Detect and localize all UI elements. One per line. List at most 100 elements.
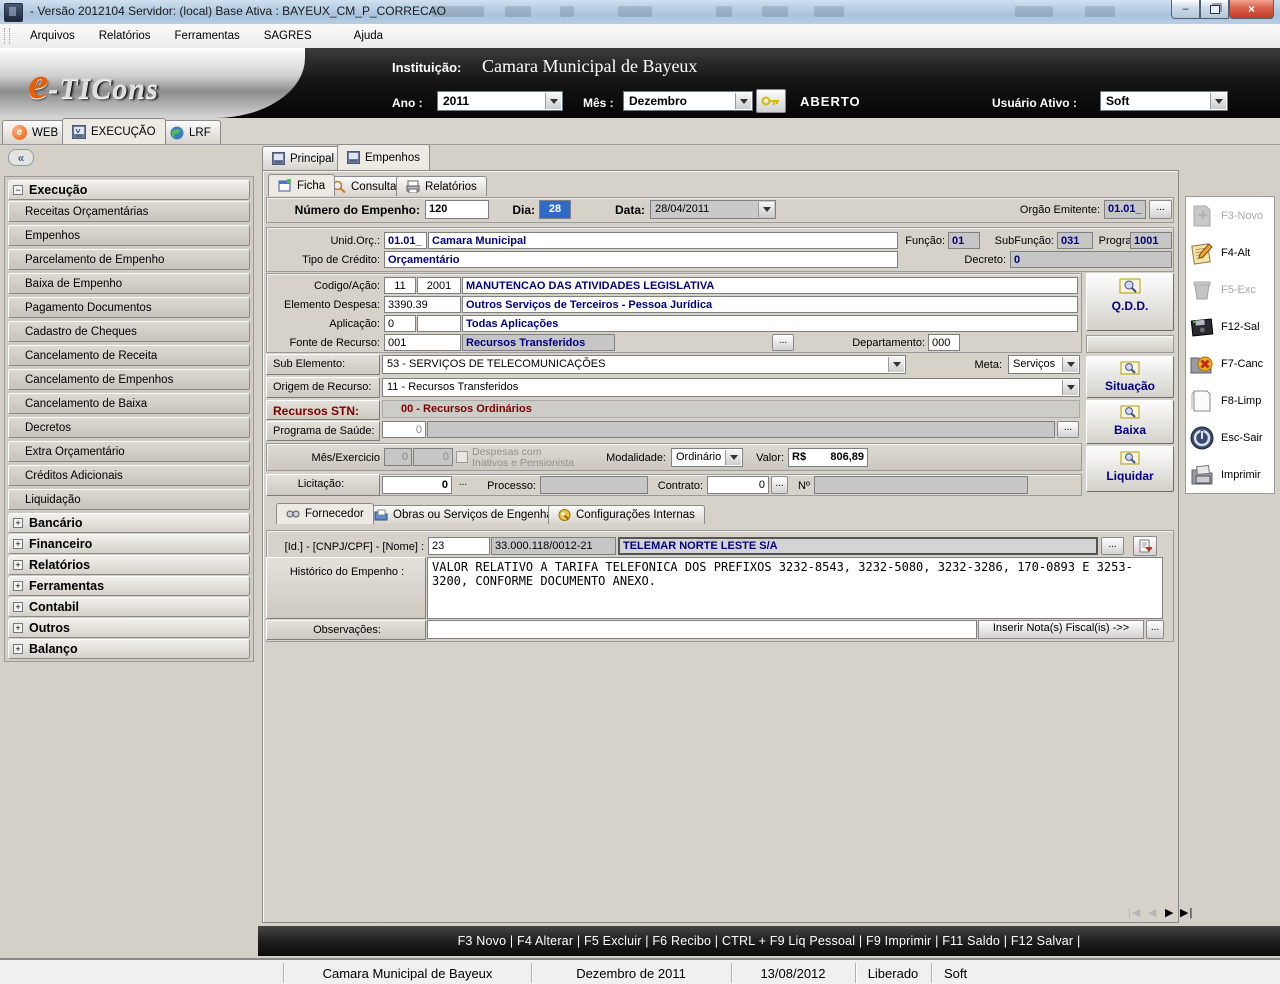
fonte-lookup-button[interactable]: ... bbox=[772, 334, 794, 351]
sidebar-item-creditos-adicionais[interactable]: Créditos Adicionais bbox=[8, 465, 250, 486]
qdd-button[interactable]: Q.D.D. bbox=[1086, 273, 1174, 331]
minimize-button[interactable]: – bbox=[1171, 0, 1200, 19]
observacoes-field[interactable] bbox=[427, 620, 977, 639]
meta-select[interactable]: Serviços bbox=[1008, 355, 1080, 374]
sidebar-item-pagamento-documentos[interactable]: Pagamento Documentos bbox=[8, 297, 250, 318]
modalidade-select[interactable]: Ordinário bbox=[671, 448, 743, 467]
sidebar-item-cancelamento-de-receita[interactable]: Cancelamento de Receita bbox=[8, 345, 250, 366]
sidebar-collapse-button[interactable]: « bbox=[8, 149, 34, 166]
tab-lrf[interactable]: LRF bbox=[160, 120, 221, 144]
tipo-credito-field[interactable]: Orçamentário bbox=[384, 251, 898, 268]
chevron-down-icon[interactable] bbox=[888, 357, 904, 372]
menu-ajuda[interactable]: Ajuda bbox=[342, 27, 395, 45]
orgao-lookup-button[interactable]: ... bbox=[1149, 200, 1172, 219]
tab-ficha[interactable]: Ficha bbox=[268, 174, 335, 196]
numero-empenho-field[interactable]: 120 bbox=[425, 200, 489, 219]
chevron-down-icon[interactable] bbox=[1062, 380, 1078, 395]
nav-last-button[interactable]: ▶| bbox=[1180, 906, 1193, 919]
chevron-down-icon[interactable] bbox=[1210, 93, 1226, 109]
chevron-down-icon[interactable] bbox=[1062, 357, 1078, 372]
menu-relatorios[interactable]: Relatórios bbox=[87, 27, 163, 45]
tab-fornecedor[interactable]: Fornecedor bbox=[276, 503, 374, 524]
programa-saude-field[interactable]: 0 bbox=[382, 421, 426, 438]
unid-orc-code-field[interactable]: 01.01_ bbox=[384, 232, 427, 249]
tab-execucao[interactable]: EXECUÇÃO bbox=[62, 118, 166, 144]
tab-empenhos[interactable]: Empenhos bbox=[337, 144, 430, 170]
unlock-month-button[interactable] bbox=[756, 89, 786, 113]
close-button[interactable]: × bbox=[1229, 0, 1274, 19]
fonte-field[interactable]: 001 bbox=[384, 334, 461, 351]
origem-recurso-select[interactable]: 11 - Recursos Transferidos bbox=[382, 378, 1080, 397]
dia-field[interactable]: 28 bbox=[539, 200, 571, 219]
nota-fiscal-lookup-button[interactable]: ... bbox=[1146, 620, 1164, 639]
sidebar-item-baixa-de-empenho[interactable]: Baixa de Empenho bbox=[8, 273, 250, 294]
despesas-inativos-checkbox[interactable] bbox=[456, 451, 468, 463]
tab-obras[interactable]: Obras ou Serviços de Engenharia bbox=[364, 505, 576, 524]
valor-field[interactable]: R$ 806,89 bbox=[788, 448, 868, 467]
sidebar-group-balanco[interactable]: +Balanço bbox=[8, 639, 250, 659]
unid-orc-nome-field[interactable]: Camara Municipal bbox=[428, 232, 898, 249]
f4-alt-button[interactable]: F4-Alt bbox=[1186, 234, 1274, 271]
mes-select[interactable]: Dezembro bbox=[623, 91, 753, 111]
nav-next-button[interactable]: ▶ bbox=[1165, 906, 1174, 919]
menu-arquivos[interactable]: Arquivos bbox=[18, 27, 87, 45]
nav-first-button[interactable]: |◀ bbox=[1128, 906, 1141, 919]
aplicacao-aux-field[interactable] bbox=[417, 315, 461, 332]
sidebar-group-financeiro[interactable]: +Financeiro bbox=[8, 534, 250, 554]
sidebar-item-parcelamento-de-empenho[interactable]: Parcelamento de Empenho bbox=[8, 249, 250, 270]
chevron-down-icon[interactable] bbox=[725, 450, 741, 465]
licitacao-field[interactable]: 0 bbox=[382, 476, 452, 494]
aplicacao-field[interactable]: 0 bbox=[384, 315, 416, 332]
ano-select[interactable]: 2011 bbox=[437, 91, 563, 111]
fornecedor-lookup-button[interactable]: ... bbox=[1101, 537, 1124, 555]
tab-config-internas[interactable]: Configurações Internas bbox=[548, 505, 705, 524]
tab-principal[interactable]: Principal bbox=[262, 146, 344, 170]
esc-sair-button[interactable]: Esc-Sair bbox=[1186, 419, 1274, 456]
f7-canc-button[interactable]: F7-Canc bbox=[1186, 345, 1274, 382]
baixa-button[interactable]: Baixa bbox=[1086, 400, 1174, 444]
f12-sal-button[interactable]: F12-Sal bbox=[1186, 308, 1274, 345]
sidebar-item-liquidacao[interactable]: Liquidação bbox=[8, 489, 250, 510]
f8-limp-button[interactable]: F8-Limp bbox=[1186, 382, 1274, 419]
imprimir-button[interactable]: Imprimir bbox=[1186, 456, 1274, 493]
contrato-field[interactable]: 0 bbox=[707, 476, 769, 494]
menu-ferramentas[interactable]: Ferramentas bbox=[163, 27, 252, 45]
liquidar-button[interactable]: Liquidar bbox=[1086, 446, 1174, 492]
chevron-down-icon[interactable] bbox=[758, 202, 774, 217]
chevron-down-icon[interactable] bbox=[545, 93, 561, 109]
sidebar-group-bancario[interactable]: +Bancário bbox=[8, 513, 250, 533]
sidebar-item-cadastro-de-cheques[interactable]: Cadastro de Cheques bbox=[8, 321, 250, 342]
sidebar-item-receitas-orcamentarias[interactable]: Receitas Orçamentárias bbox=[8, 201, 250, 222]
sidebar-group-ferramentas[interactable]: +Ferramentas bbox=[8, 576, 250, 596]
usuario-select[interactable]: Soft bbox=[1100, 91, 1228, 111]
nav-prev-button[interactable]: ◀ bbox=[1148, 906, 1157, 919]
sidebar-item-cancelamento-de-empenhos[interactable]: Cancelamento de Empenhos bbox=[8, 369, 250, 390]
sidebar-group-relatorios[interactable]: +Relatórios bbox=[8, 555, 250, 575]
licitacao-lookup-button[interactable]: ... bbox=[455, 479, 471, 491]
acao-field[interactable]: 2001 bbox=[417, 277, 461, 294]
tab-relatorios[interactable]: Relatórios bbox=[396, 176, 487, 196]
sidebar-group-outros[interactable]: +Outros bbox=[8, 618, 250, 638]
chevron-down-icon[interactable] bbox=[735, 93, 751, 109]
historico-textarea[interactable]: VALOR RELATIVO A TARIFA TELEFONICA DOS P… bbox=[427, 557, 1163, 619]
fornecedor-id-field[interactable]: 23 bbox=[428, 537, 490, 555]
sub-elemento-select[interactable]: 53 - SERVIÇOS DE TELECOMUNICAÇÕES bbox=[382, 355, 906, 374]
codigo-field[interactable]: 11 bbox=[384, 277, 416, 294]
situacao-button[interactable]: Situação bbox=[1086, 356, 1174, 398]
inserir-nota-fiscal-button[interactable]: Inserir Nota(s) Fiscal(is) ->> bbox=[978, 620, 1144, 639]
fornecedor-nome-field[interactable]: TELEMAR NORTE LESTE S/A bbox=[618, 537, 1098, 555]
sidebar-item-extra-orcamentario[interactable]: Extra Orçamentário bbox=[8, 441, 250, 462]
elemento-field[interactable]: 3390.39 bbox=[384, 296, 461, 313]
sidebar-item-decretos[interactable]: Decretos bbox=[8, 417, 250, 438]
sidebar-item-empenhos[interactable]: Empenhos bbox=[8, 225, 250, 246]
fornecedor-attach-button[interactable] bbox=[1133, 536, 1157, 556]
departamento-field[interactable]: 000 bbox=[928, 334, 960, 351]
sidebar-group-contabil[interactable]: +Contabil bbox=[8, 597, 250, 617]
restore-button[interactable] bbox=[1200, 0, 1229, 19]
tab-web[interactable]: e WEB bbox=[2, 120, 68, 144]
programa-saude-lookup-button[interactable]: ... bbox=[1057, 421, 1079, 438]
f3-novo-button[interactable]: F3-Novo bbox=[1186, 197, 1274, 234]
data-select[interactable]: 28/04/2011 bbox=[650, 200, 776, 219]
menu-sagres[interactable]: SAGRES bbox=[252, 27, 324, 45]
f5-exc-button[interactable]: F5-Exc bbox=[1186, 271, 1274, 308]
